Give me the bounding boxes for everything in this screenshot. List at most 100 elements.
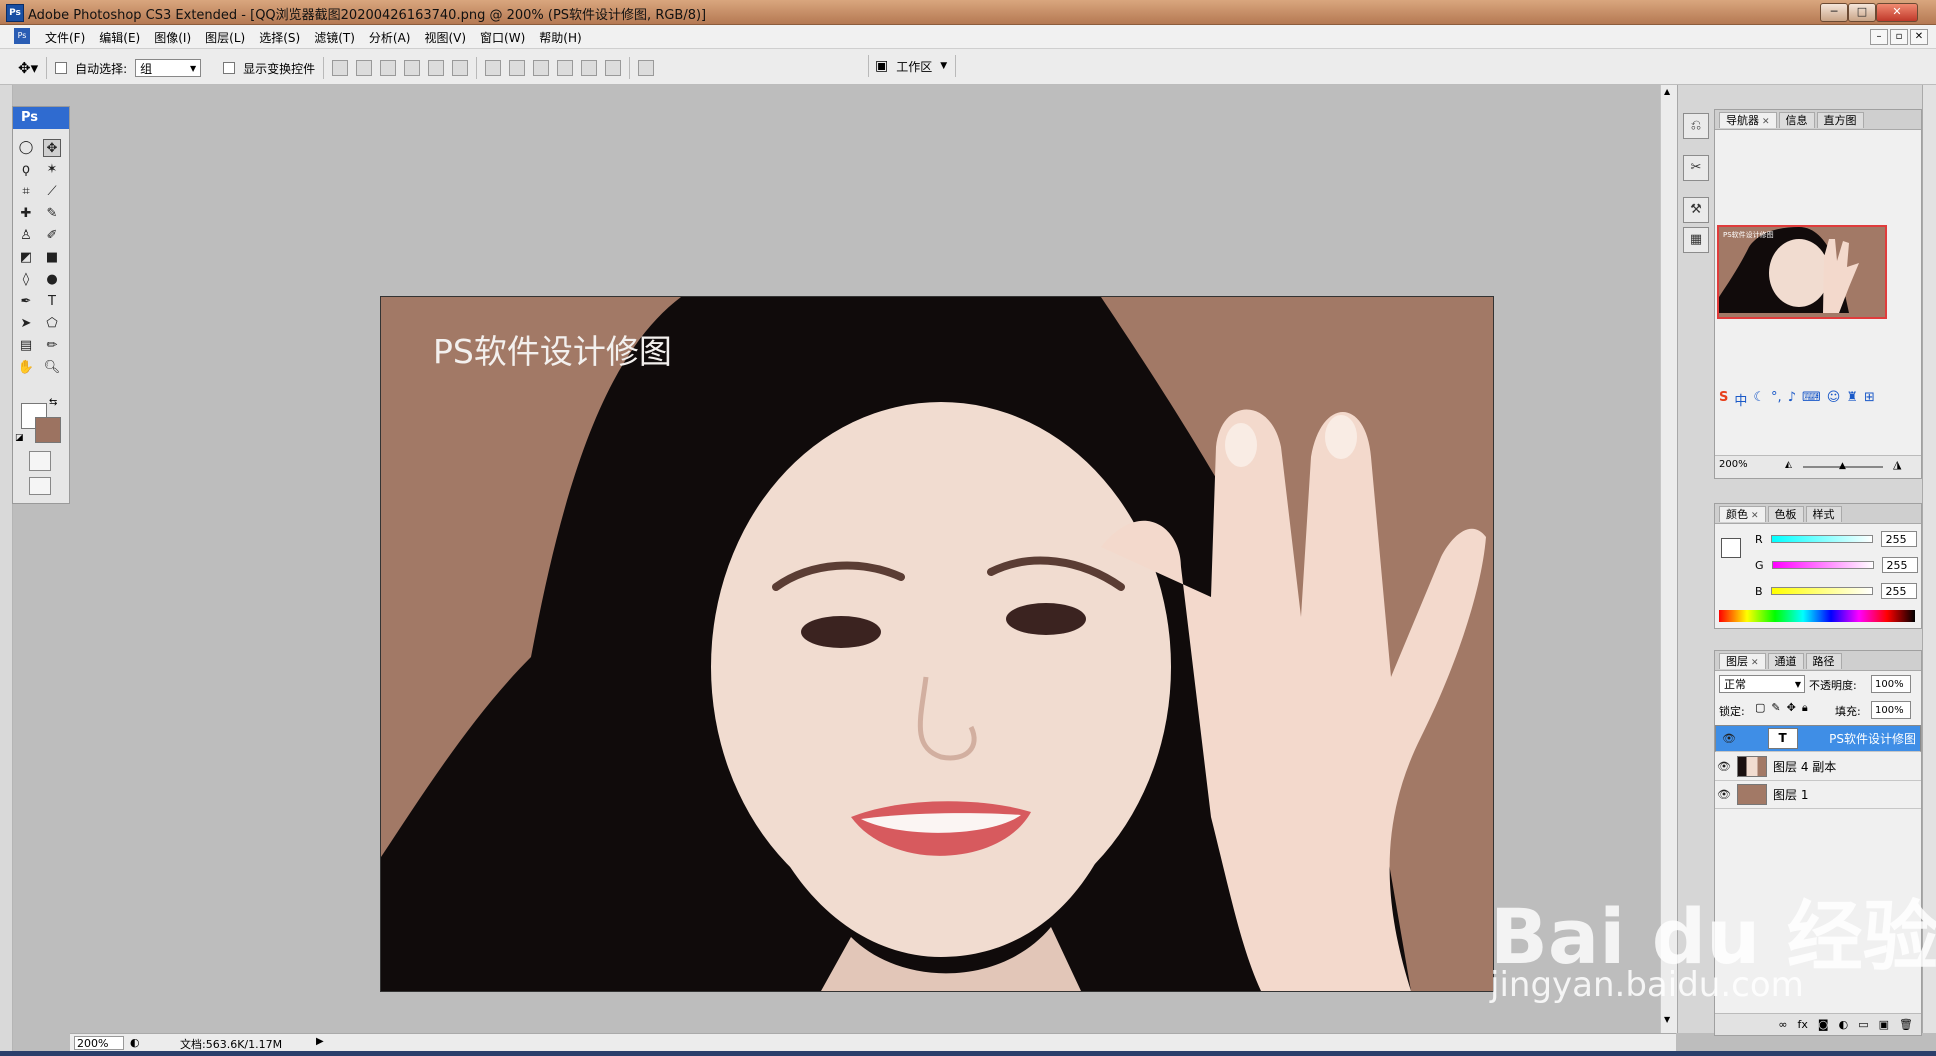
brush-tool-icon[interactable]: ✎ [43,205,61,223]
blur-tool-icon[interactable]: ◊ [17,271,35,289]
document-icon[interactable]: Ps [14,28,30,44]
link-layers-icon[interactable]: ∞ [1778,1018,1787,1031]
pen-tool-icon[interactable]: ✒ [17,293,35,311]
magic-wand-tool-icon[interactable]: ✶ [43,161,61,179]
opacity-field[interactable]: 100% [1871,675,1911,693]
zoom-in-icon[interactable]: ◮ [1893,458,1901,471]
lock-all-icon[interactable]: 🔒︎ [1802,701,1808,715]
bridge-icon[interactable]: ▣ [875,58,888,74]
slice-tool-icon[interactable]: ⟋ [43,183,61,201]
delete-layer-icon[interactable]: 🗑︎ [1899,1018,1913,1031]
zoom-field[interactable]: 200% [74,1036,124,1050]
marquee-tool-icon[interactable]: ◯ [17,139,35,157]
new-layer-icon[interactable]: ▣ [1879,1018,1889,1031]
menu-file[interactable]: 文件(F) [38,29,92,46]
layer-row-text[interactable]: 👁︎ T PS软件设计修图 [1715,725,1921,752]
type-tool-icon[interactable]: T [43,293,61,311]
dodge-tool-icon[interactable]: ● [43,271,61,289]
distribute-top-icon[interactable] [485,60,502,76]
clone-stamp-tool-icon[interactable]: ♙ [17,227,35,245]
distribute-left-icon[interactable] [557,60,574,76]
tab-color[interactable]: 颜色 ✕ [1719,506,1766,522]
history-panel-icon[interactable]: ⎌ [1683,113,1709,139]
ime-grid-icon[interactable]: ⊞ [1864,390,1875,409]
canvas-text-layer[interactable]: PS软件设计修图 [433,325,672,373]
blend-mode-dropdown[interactable]: 正常 ▼ [1719,675,1805,693]
menu-window[interactable]: 窗口(W) [473,29,532,46]
tab-swatches[interactable]: 色板 [1767,506,1804,522]
add-mask-icon[interactable]: ◙ [1818,1018,1829,1031]
gradient-tool-icon[interactable]: ■ [43,249,61,267]
auto-select-checkbox[interactable] [55,62,68,74]
ime-punct-icon[interactable]: °, [1771,390,1782,409]
status-menu-arrow-icon[interactable]: ▶ [316,1036,324,1047]
distribute-right-icon[interactable] [605,60,622,76]
fill-field[interactable]: 100% [1871,701,1911,719]
zoom-out-icon[interactable]: ◭ [1785,460,1792,470]
channel-value[interactable]: 255 [1881,557,1918,573]
minimize-button[interactable]: ─ [1820,3,1848,22]
menu-analysis[interactable]: 分析(A) [362,29,418,46]
default-colors-icon[interactable]: ◪ [15,433,24,443]
tool-presets-panel-icon[interactable]: ⚒ [1683,197,1709,223]
menu-layer[interactable]: 图层(L) [198,29,252,46]
eraser-tool-icon[interactable]: ◩ [17,249,35,267]
quick-mask-icon[interactable] [29,451,51,471]
layer-comps-panel-icon[interactable]: ▦ [1683,227,1709,253]
align-right-icon[interactable] [452,60,469,76]
doc-restore-button[interactable]: ▫ [1890,29,1908,45]
menu-filter[interactable]: 滤镜(T) [307,29,362,46]
screen-mode-icon[interactable] [29,477,51,495]
zoom-tool-icon[interactable]: 🔍︎ [43,359,61,377]
eye-icon[interactable]: 👁︎ [1715,788,1733,801]
doc-close-button[interactable]: ✕ [1910,29,1928,45]
ime-moon-icon[interactable]: ☾ [1753,390,1765,409]
scroll-down-icon[interactable]: ▼ [1664,1015,1670,1024]
tab-styles[interactable]: 样式 [1805,506,1842,522]
move-tool-preset-icon[interactable]: ✥▾ [18,59,38,77]
navigator-thumbnail[interactable]: PS软件设计修图 [1717,225,1887,319]
color-spectrum-ramp[interactable] [1719,610,1915,622]
zoom-slider-thumb[interactable]: ▲ [1839,461,1846,471]
move-tool-icon[interactable]: ✥ [43,139,61,157]
align-vcenter-icon[interactable] [356,60,373,76]
workspace-switcher[interactable]: ▣ 工作区 ▼ [868,55,957,77]
close-icon[interactable]: ✕ [1751,658,1759,668]
toolbox-header[interactable]: Ps [13,107,69,129]
menu-image[interactable]: 图像(I) [147,29,198,46]
maximize-button[interactable]: □ [1848,3,1876,22]
eye-icon[interactable]: 👁︎ [1715,760,1733,773]
align-bottom-icon[interactable] [380,60,397,76]
shape-tool-icon[interactable]: ⬠ [43,315,61,333]
channel-value[interactable]: 255 [1880,583,1917,599]
distribute-hcenter-icon[interactable] [581,60,598,76]
close-icon[interactable]: ✕ [1762,117,1770,127]
eyedropper-tool-icon[interactable]: ✏ [43,337,61,355]
channel-value[interactable]: 255 [1880,531,1917,547]
lasso-tool-icon[interactable]: ϙ [17,161,35,179]
swap-colors-icon[interactable]: ⇆ [49,397,57,408]
history-brush-tool-icon[interactable]: ✐ [43,227,61,245]
sogou-icon[interactable]: S [1719,390,1728,409]
layer-style-icon[interactable]: fx [1798,1018,1808,1031]
hand-tool-icon[interactable]: ✋ [17,359,35,377]
lock-transparency-icon[interactable]: ▢ [1755,701,1765,715]
lock-position-icon[interactable]: ✥ [1787,701,1796,715]
ime-keyboard-icon[interactable]: ⌨ [1802,390,1821,409]
distribute-vcenter-icon[interactable] [509,60,526,76]
channel-slider[interactable] [1771,561,1874,569]
ime-chinese-icon[interactable]: 中 [1734,390,1747,409]
path-selection-tool-icon[interactable]: ➤ [17,315,35,333]
align-top-icon[interactable] [332,60,349,76]
adjustment-layer-icon[interactable]: ◐ [1839,1018,1849,1031]
workspace-label[interactable]: 工作区 [896,58,932,75]
menu-help[interactable]: 帮助(H) [532,29,588,46]
actions-panel-icon[interactable]: ✂ [1683,155,1709,181]
doc-minimize-button[interactable]: – [1870,29,1888,45]
layer-row-photo[interactable]: 👁︎ 图层 4 副本 [1715,753,1921,781]
scroll-up-icon[interactable]: ▲ [1664,87,1670,96]
ime-mic-icon[interactable]: ♪ [1788,390,1796,409]
crop-tool-icon[interactable]: ⌗ [17,183,35,201]
ime-user-icon[interactable]: ☺ [1827,390,1841,409]
align-left-icon[interactable] [404,60,421,76]
